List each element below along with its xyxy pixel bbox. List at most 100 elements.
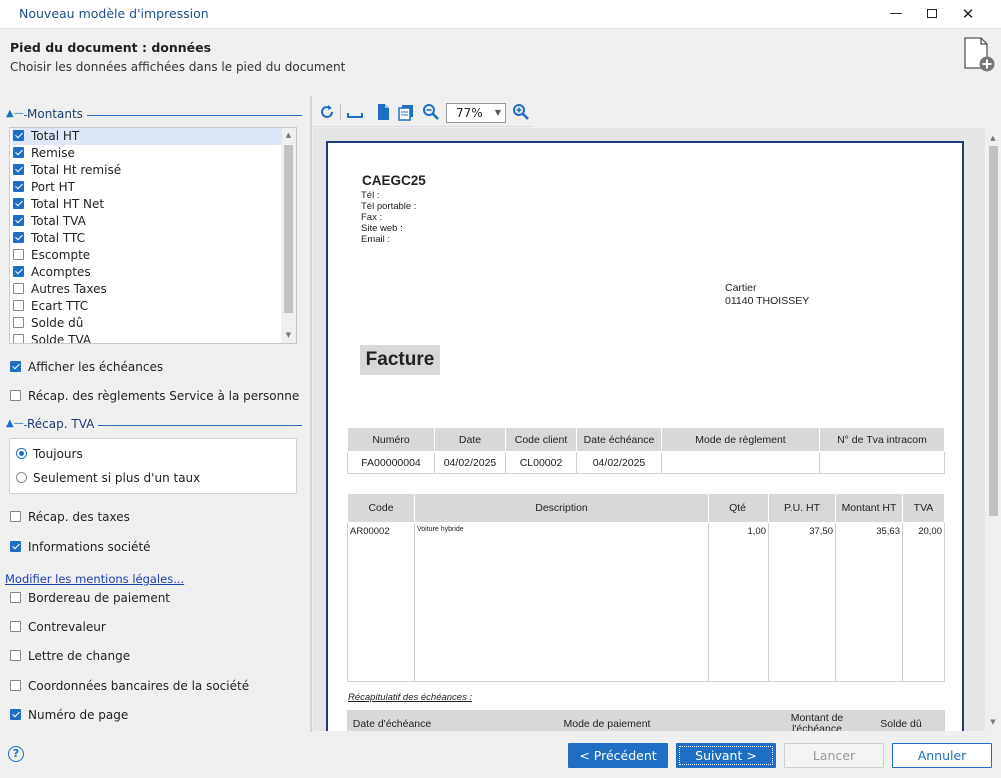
option-checkbox[interactable]: Contrevaleur bbox=[9, 619, 106, 635]
collapse-icon[interactable]: ▲— bbox=[6, 108, 24, 119]
checkbox[interactable] bbox=[13, 130, 24, 141]
recap-title: Récapitulatif des échéances : bbox=[348, 692, 473, 703]
column-header: Description bbox=[414, 493, 709, 523]
recap-tva-options: Toujours Seulement si plus d'un taux bbox=[9, 438, 297, 494]
checkbox[interactable] bbox=[10, 709, 21, 720]
column-header: Date d'échéance bbox=[347, 710, 437, 731]
launch-button[interactable]: Lancer bbox=[784, 743, 884, 768]
option-checkbox[interactable]: Récap. des taxes bbox=[9, 509, 130, 525]
radio-toujours[interactable]: Toujours bbox=[16, 446, 83, 462]
option-checkbox[interactable]: Numéro de page bbox=[9, 707, 128, 723]
collapse-icon[interactable]: ▲— bbox=[6, 418, 24, 429]
option-checkbox[interactable]: Informations société bbox=[9, 539, 151, 555]
list-scrollbar[interactable]: ▲ ▼ bbox=[281, 128, 296, 343]
help-icon[interactable]: ? bbox=[8, 746, 24, 762]
page-header: Pied du document : données Choisir les d… bbox=[0, 29, 1001, 96]
column-header: Code client bbox=[505, 427, 577, 452]
checkbox[interactable] bbox=[13, 317, 24, 328]
window-title: Nouveau modèle d'impression bbox=[19, 6, 209, 21]
radio-icon[interactable] bbox=[16, 472, 27, 483]
list-item[interactable]: Total HT bbox=[12, 128, 282, 145]
list-item[interactable]: Total TTC bbox=[12, 230, 282, 247]
option-checkbox[interactable]: Récap. des règlements Service à la perso… bbox=[9, 388, 299, 404]
list-item[interactable]: Escompte bbox=[12, 247, 282, 264]
close-icon[interactable]: ✕ bbox=[956, 4, 980, 24]
table-row: AR00002 Voiture hybride 1,00 37,50 35,63… bbox=[347, 522, 945, 682]
cancel-button[interactable]: Annuler bbox=[892, 743, 992, 768]
next-button[interactable]: Suivant > bbox=[676, 743, 776, 768]
refresh-icon[interactable] bbox=[318, 103, 336, 121]
option-checkbox[interactable]: Lettre de change bbox=[9, 648, 130, 664]
column-header: Mode de paiement bbox=[437, 710, 777, 731]
checkbox[interactable] bbox=[13, 164, 24, 175]
page-width-icon[interactable] bbox=[346, 103, 364, 121]
montants-list[interactable]: ▲ ▼ Total HT Remise Total Ht remisé Port HT T… bbox=[9, 127, 297, 344]
checkbox[interactable] bbox=[13, 300, 24, 311]
section-label: Récap. TVA bbox=[27, 417, 99, 431]
checkbox[interactable] bbox=[13, 147, 24, 158]
radio-icon[interactable] bbox=[16, 448, 27, 459]
list-item[interactable]: Remise bbox=[12, 145, 282, 162]
panel-divider[interactable] bbox=[310, 96, 312, 732]
section-montants[interactable]: ▲— Montants bbox=[4, 107, 302, 124]
recap-table: Date d'échéance Mode de paiement Montant… bbox=[347, 710, 945, 731]
mentions-legales-link[interactable]: Modifier les mentions légales... bbox=[5, 572, 184, 586]
list-item[interactable]: Acomptes bbox=[12, 264, 282, 281]
zoom-out-icon[interactable] bbox=[422, 103, 440, 121]
column-header: Numéro bbox=[347, 427, 435, 452]
list-item[interactable]: Autres Taxes bbox=[12, 281, 282, 298]
list-item[interactable]: Total Ht remisé bbox=[12, 162, 282, 179]
checkbox[interactable] bbox=[13, 232, 24, 243]
checkbox[interactable] bbox=[13, 215, 24, 226]
new-document-icon bbox=[964, 37, 995, 72]
chevron-down-icon[interactable]: ▼ bbox=[495, 104, 501, 122]
checkbox[interactable] bbox=[13, 334, 24, 343]
checkbox[interactable] bbox=[10, 621, 21, 632]
multi-page-icon[interactable] bbox=[397, 103, 415, 121]
checkbox[interactable] bbox=[10, 592, 21, 603]
list-item[interactable]: Port HT bbox=[12, 179, 282, 196]
checkbox[interactable] bbox=[13, 266, 24, 277]
checkbox[interactable] bbox=[10, 680, 21, 691]
radio-seulement[interactable]: Seulement si plus d'un taux bbox=[16, 470, 200, 486]
column-header: Solde dû bbox=[857, 710, 945, 731]
zoom-in-icon[interactable] bbox=[512, 103, 530, 121]
title-bar: Nouveau modèle d'impression — ✕ bbox=[0, 0, 1001, 29]
checkbox[interactable] bbox=[13, 249, 24, 260]
checkbox[interactable] bbox=[10, 390, 21, 401]
checkbox[interactable] bbox=[13, 181, 24, 192]
minimize-icon[interactable]: — bbox=[884, 4, 908, 24]
previous-button[interactable]: < Précédent bbox=[568, 743, 668, 768]
lines-table: Code Description Qté P.U. HT Montant HT … bbox=[347, 493, 945, 682]
column-header: Mode de règlement bbox=[661, 427, 820, 452]
list-item[interactable]: Total HT Net bbox=[12, 196, 282, 213]
list-item[interactable]: Solde dû bbox=[12, 315, 282, 332]
zoom-select[interactable]: 77% ▼ bbox=[446, 103, 506, 123]
document-title: Facture bbox=[360, 345, 440, 375]
list-item[interactable]: Solde TVA bbox=[12, 332, 282, 343]
client-name: Cartier bbox=[725, 282, 757, 294]
maximize-icon[interactable] bbox=[920, 4, 944, 24]
list-item[interactable]: Total TVA bbox=[12, 213, 282, 230]
single-page-icon[interactable] bbox=[374, 103, 392, 121]
checkbox[interactable] bbox=[10, 541, 21, 552]
column-header: TVA bbox=[902, 493, 945, 523]
option-checkbox[interactable]: Afficher les échéances bbox=[9, 359, 163, 375]
document-preview[interactable]: CAEGC25 Tél : Tél portable : Fax : Site … bbox=[313, 128, 985, 731]
company-info: Email : bbox=[361, 234, 391, 245]
section-recap-tva[interactable]: ▲— Récap. TVA bbox=[4, 417, 302, 434]
page-subtitle: Choisir les données affichées dans le pi… bbox=[10, 60, 346, 74]
option-checkbox[interactable]: Coordonnées bancaires de la société bbox=[9, 678, 249, 694]
preview-scrollbar[interactable]: ▲ ▼ bbox=[985, 128, 1001, 731]
checkbox[interactable] bbox=[10, 650, 21, 661]
column-header: Qté bbox=[708, 493, 769, 523]
checkbox[interactable] bbox=[13, 283, 24, 294]
column-header: N° de Tva intracom bbox=[819, 427, 945, 452]
checkbox[interactable] bbox=[10, 361, 21, 372]
client-address: Cartier 01140 THOISSEY bbox=[725, 282, 809, 309]
checkbox[interactable] bbox=[13, 198, 24, 209]
checkbox[interactable] bbox=[10, 511, 21, 522]
list-item[interactable]: Ecart TTC bbox=[12, 298, 282, 315]
column-header: Code bbox=[347, 493, 415, 523]
option-checkbox[interactable]: Bordereau de paiement bbox=[9, 590, 170, 606]
